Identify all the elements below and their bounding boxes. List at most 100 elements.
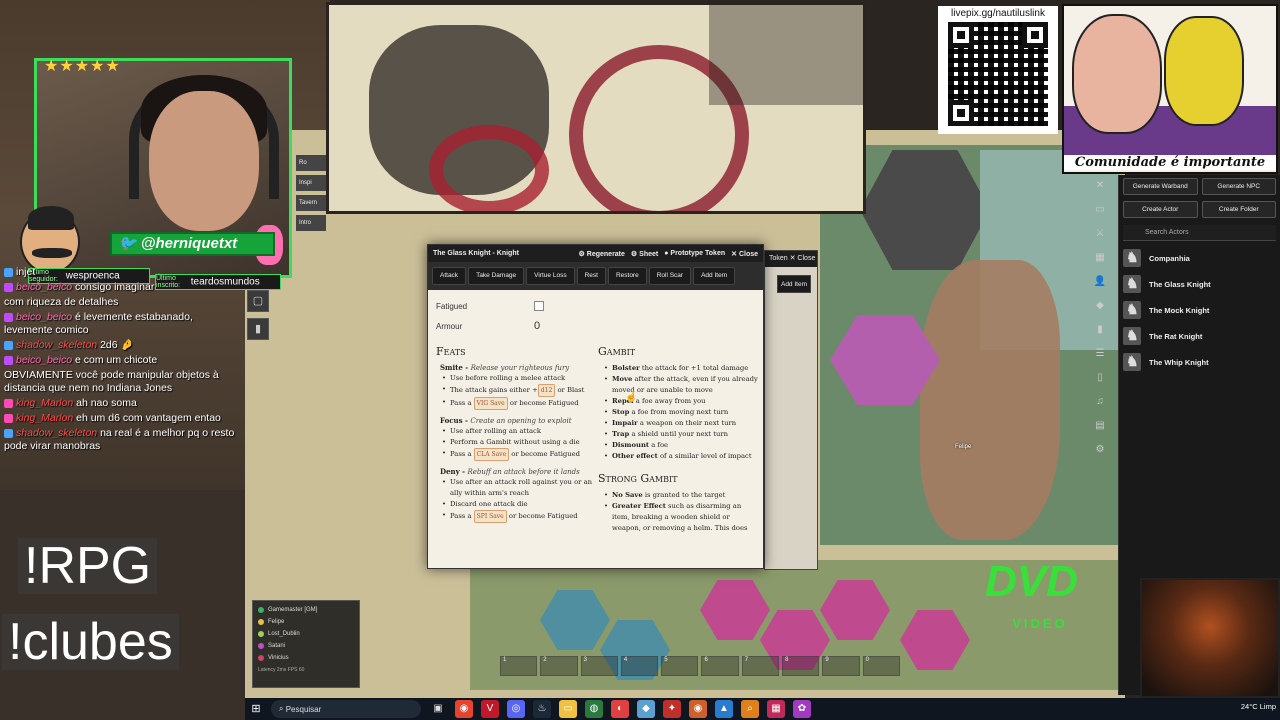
feat-smite[interactable]: Smite - Release your righteous fury bbox=[440, 363, 596, 372]
scenes-tab-icon[interactable]: ▦ bbox=[1092, 252, 1108, 268]
taskbar-search[interactable]: ⌕ Pesquisar bbox=[271, 700, 421, 718]
focus-bullet: Use after rolling an attack bbox=[442, 426, 596, 437]
app-icon[interactable]: ◉ bbox=[689, 700, 707, 718]
chat-badge-icon bbox=[4, 282, 13, 292]
macro-slot[interactable]: 8 bbox=[782, 656, 820, 676]
attack-button[interactable]: Attack bbox=[432, 267, 467, 285]
discord-icon[interactable]: ◎ bbox=[507, 700, 525, 718]
macro-slot[interactable]: 9 bbox=[822, 656, 860, 676]
cards-tab-icon[interactable]: ▯ bbox=[1092, 372, 1108, 388]
restore-button[interactable]: Restore bbox=[607, 267, 647, 285]
create-actor-button[interactable]: Create Actor bbox=[1123, 201, 1198, 218]
chat-text: com riqueza de detalhes bbox=[4, 296, 119, 308]
chat-tab-icon[interactable]: ▭ bbox=[1092, 204, 1108, 220]
actor-entry[interactable]: The Whip Knight bbox=[1119, 349, 1280, 375]
playlists-tab-icon[interactable]: ♫ bbox=[1092, 396, 1108, 412]
items-tab-icon[interactable]: ◆ bbox=[1092, 300, 1108, 316]
players-list: Gamemaster [GM] Felipe Lost_Dublin Satani Vi… bbox=[252, 600, 360, 688]
twitter-handle: @herniquetxt bbox=[140, 235, 238, 252]
journal-tool-icon[interactable]: ▮ bbox=[247, 318, 269, 340]
cla-save-tag[interactable]: CLA Save bbox=[473, 448, 510, 461]
actor-search-input[interactable]: Search Actors bbox=[1123, 225, 1276, 241]
player-entry[interactable]: Gamemaster [GM] bbox=[258, 604, 354, 616]
create-folder-button[interactable]: Create Folder bbox=[1201, 201, 1276, 218]
actor-entry[interactable]: The Glass Knight bbox=[1119, 271, 1280, 297]
app-icon[interactable]: ▦ bbox=[767, 700, 785, 718]
player-entry[interactable]: Satani bbox=[258, 640, 354, 652]
actor-entry[interactable]: Companhia bbox=[1119, 245, 1280, 271]
combat-tab-icon[interactable]: ⚔ bbox=[1092, 228, 1108, 244]
obs-icon[interactable]: ◐ bbox=[611, 700, 629, 718]
fatigued-checkbox[interactable] bbox=[534, 301, 544, 311]
steam-icon[interactable]: ♨ bbox=[533, 700, 551, 718]
player-entry[interactable]: Felipe bbox=[258, 616, 354, 628]
settings-tab-icon[interactable]: ⚙ bbox=[1092, 444, 1108, 460]
macro-slot[interactable]: 4 bbox=[620, 656, 659, 676]
weather-widget[interactable]: 24°C Limp bbox=[1241, 702, 1276, 711]
gambit-option-text: of a similar level of impact bbox=[657, 452, 752, 460]
background-sheet-header[interactable]: Token ✕ Close bbox=[765, 251, 817, 267]
tables-tab-icon[interactable]: ☰ bbox=[1092, 348, 1108, 364]
player-entry[interactable]: Lost_Dublin bbox=[258, 628, 354, 640]
feat-deny[interactable]: Deny - Rebuff an attack before it lands bbox=[440, 467, 596, 476]
d12-roll-tag[interactable]: d12 bbox=[537, 384, 556, 397]
armour-value[interactable]: 0 bbox=[534, 320, 540, 332]
chrome-icon[interactable]: ◉ bbox=[455, 700, 473, 718]
macro-slot[interactable]: 0 bbox=[862, 656, 900, 676]
game-icon[interactable]: ✦ bbox=[663, 700, 681, 718]
app-icon[interactable]: ⌕ bbox=[741, 700, 759, 718]
actors-tab-icon[interactable]: 👤 bbox=[1092, 276, 1108, 292]
app-icon[interactable]: ✿ bbox=[793, 700, 811, 718]
knight-avatar-icon bbox=[1123, 327, 1141, 345]
gambit-option-text: a foe away from you bbox=[633, 397, 706, 405]
app-icon[interactable]: ◆ bbox=[637, 700, 655, 718]
scene-tab[interactable]: Tavern bbox=[296, 195, 326, 211]
app-icon[interactable]: ▲ bbox=[715, 700, 733, 718]
vig-save-tag[interactable]: VIG Save bbox=[473, 397, 508, 410]
generate-npc-button[interactable]: Generate NPC bbox=[1201, 178, 1276, 195]
add-item-button[interactable]: Add Item bbox=[693, 267, 736, 285]
file-explorer-icon[interactable]: ▭ bbox=[559, 700, 577, 718]
sheet-toolbar: Attack Take Damage Virtue Loss Rest Rest… bbox=[428, 262, 763, 290]
player-entry[interactable]: Vinicius bbox=[258, 652, 354, 664]
journal-tab-icon[interactable]: ▮ bbox=[1092, 324, 1108, 340]
macro-slot[interactable]: 2 bbox=[540, 656, 578, 676]
rest-button[interactable]: Rest bbox=[576, 267, 606, 285]
virtue-loss-button[interactable]: Virtue Loss bbox=[526, 267, 575, 285]
prototype-token-button[interactable]: ● Prototype Token bbox=[664, 250, 725, 257]
scene-tab[interactable]: Ro bbox=[296, 155, 326, 171]
chat-message: beico_beico consigo imaginar bbox=[4, 281, 244, 294]
browser-icon[interactable]: ◍ bbox=[585, 700, 603, 718]
close-sidebar-icon[interactable]: ✕ bbox=[1092, 180, 1108, 196]
regenerate-label: Regenerate bbox=[586, 250, 625, 258]
scene-tab[interactable]: Intro bbox=[296, 215, 326, 231]
macro-slot[interactable]: 6 bbox=[701, 656, 739, 676]
windows-start-icon[interactable]: ⊞ bbox=[245, 698, 267, 720]
smite-desc: Release your righteous fury bbox=[470, 364, 570, 372]
macro-slot[interactable]: 7 bbox=[741, 656, 780, 676]
generate-warband-button[interactable]: Generate Warband bbox=[1123, 178, 1198, 195]
spi-save-tag[interactable]: SPI Save bbox=[473, 510, 507, 523]
gambit-option-text: a weapon on their next turn bbox=[637, 419, 737, 427]
sheet-config-button[interactable]: ⚙ Sheet bbox=[631, 250, 658, 258]
notes-tool-icon[interactable]: ▢ bbox=[247, 290, 269, 312]
regenerate-button[interactable]: ⚙ Regenerate bbox=[579, 250, 625, 258]
macro-slot[interactable]: 1 bbox=[500, 656, 538, 676]
macro-slot[interactable]: 5 bbox=[661, 656, 699, 676]
roll-scar-button[interactable]: Roll Scar bbox=[648, 267, 692, 285]
gambit-option-key: Dismount bbox=[612, 441, 650, 449]
add-item-button[interactable]: Add Item bbox=[777, 275, 811, 293]
vivaldi-icon[interactable]: V bbox=[481, 700, 499, 718]
focus-text: or become Fatigued bbox=[509, 450, 581, 458]
compendium-tab-icon[interactable]: ▤ bbox=[1092, 420, 1108, 436]
gambit-option-key: Other effect bbox=[612, 452, 658, 460]
sheet-header[interactable]: The Glass Knight - Knight ⚙ Regenerate ⚙… bbox=[428, 245, 763, 262]
macro-slot[interactable]: 3 bbox=[580, 656, 618, 676]
scene-tab[interactable]: Inspi bbox=[296, 175, 326, 191]
close-button[interactable]: ✕ Close bbox=[731, 250, 758, 258]
feat-focus[interactable]: Focus - Create an opening to exploit bbox=[440, 416, 596, 425]
take-damage-button[interactable]: Take Damage bbox=[468, 267, 525, 285]
actor-entry[interactable]: The Rat Knight bbox=[1119, 323, 1280, 349]
actor-entry[interactable]: The Mock Knight bbox=[1119, 297, 1280, 323]
task-view-icon[interactable]: ▣ bbox=[429, 700, 447, 718]
